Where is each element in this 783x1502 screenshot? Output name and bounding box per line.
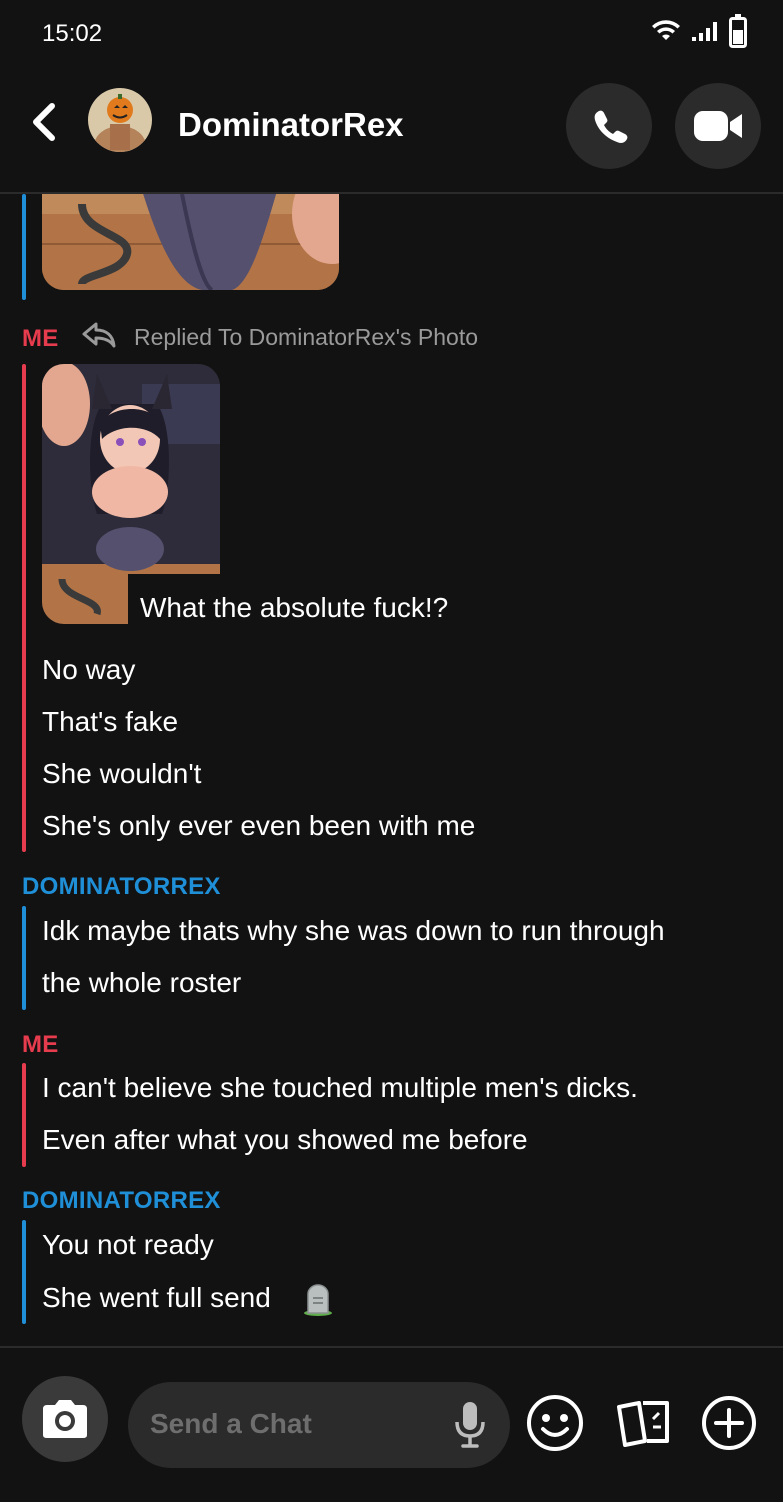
sender-label-me: ME (22, 325, 59, 352)
message-text: She went full send (42, 1282, 271, 1313)
emoji-button[interactable] (524, 1392, 586, 1454)
avatar[interactable] (88, 88, 152, 152)
tombstone-emoji (304, 1284, 332, 1316)
chat-input-placeholder: Send a Chat (150, 1408, 312, 1439)
chat-thread[interactable]: ME Replied To DominatorRex's Photo What … (0, 194, 783, 1344)
back-button[interactable] (24, 102, 64, 142)
chevron-left-icon (33, 103, 55, 141)
contact-name[interactable]: DominatorRex (178, 106, 404, 144)
message-text: She's only ever even been with me (42, 810, 476, 841)
battery-icon (729, 14, 747, 48)
photo-caption: What the absolute fuck!? (140, 592, 449, 623)
microphone-icon[interactable] (454, 1400, 486, 1450)
add-button[interactable] (698, 1392, 760, 1454)
previous-photo[interactable] (42, 194, 339, 290)
cards-icon (617, 1401, 669, 1447)
video-camera-icon (694, 111, 742, 141)
status-bar: 15:02 (0, 0, 783, 66)
reply-context: Replied To DominatorRex's Photo (134, 324, 479, 350)
video-call-button[interactable] (675, 83, 761, 169)
message-text: She wouldn't (42, 758, 202, 789)
camera-icon (43, 1400, 87, 1438)
wifi-icon (652, 20, 680, 40)
status-icons (651, 14, 747, 48)
phone-icon (594, 110, 628, 143)
message-text: Idk maybe thats why she was down to run … (42, 915, 665, 946)
chat-header: DominatorRex (0, 66, 783, 194)
signal-icon (692, 22, 717, 41)
message-bar-other (22, 194, 26, 300)
call-button[interactable] (566, 83, 652, 169)
message-text: That's fake (42, 706, 179, 737)
chat-input[interactable]: Send a Chat (128, 1382, 510, 1468)
message-text: Even after what you showed me before (42, 1124, 528, 1155)
message-text: You not ready (42, 1229, 214, 1260)
message-bar-me (22, 1063, 26, 1167)
sender-label-other: DOMINATORREX (22, 873, 221, 900)
sender-label-other: DOMINATORREX (22, 1187, 221, 1214)
message-bar-other (22, 906, 26, 1010)
smiley-icon (527, 1395, 583, 1451)
composer-bar: Send a Chat (0, 1346, 783, 1502)
sender-label-me: ME (22, 1031, 59, 1058)
message-bar-other (22, 1220, 26, 1324)
message-text: No way (42, 654, 136, 685)
reply-arrow-icon (82, 322, 116, 348)
message-text: I can't believe she touched multiple men… (42, 1072, 638, 1103)
camera-button[interactable] (22, 1376, 108, 1462)
message-bar-me (22, 364, 26, 852)
cards-button[interactable] (612, 1392, 674, 1454)
status-time: 15:02 (42, 20, 103, 47)
message-text: the whole roster (42, 967, 242, 998)
plus-circle-icon (702, 1396, 756, 1450)
